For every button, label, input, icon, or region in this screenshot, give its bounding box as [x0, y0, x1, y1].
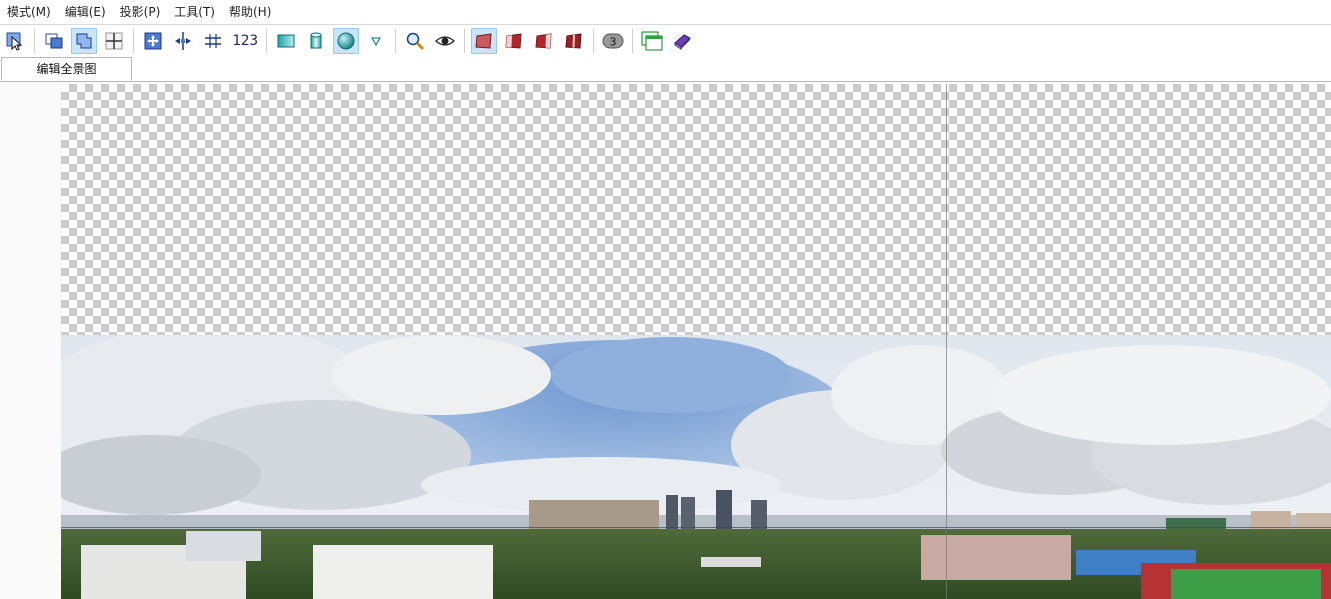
blend-right-icon	[535, 32, 552, 49]
spherical-projection-icon	[337, 32, 355, 49]
cylindrical-projection-button[interactable]	[303, 28, 329, 54]
spherical-projection-button[interactable]	[333, 27, 359, 54]
crosshair-icon	[105, 32, 123, 49]
toolbar-separator	[632, 28, 633, 53]
straighten-button[interactable]	[200, 28, 226, 54]
blend-normal-icon	[475, 32, 492, 49]
menu-help[interactable]: 帮助(H)	[222, 0, 278, 24]
zoom-button[interactable]	[402, 28, 428, 54]
preview-eye-icon	[435, 35, 455, 46]
projection-dropdown-button[interactable]	[363, 28, 389, 54]
horizon-guide[interactable]	[61, 527, 1331, 528]
vertical-center-guide[interactable]	[946, 84, 947, 599]
panorama-image	[61, 335, 1331, 599]
straighten-icon	[205, 33, 221, 48]
image-count-text: 3	[610, 35, 617, 48]
zoom-icon	[406, 32, 425, 50]
numeric-transform-icon: 123	[232, 32, 258, 49]
control-points-icon	[45, 33, 63, 48]
rectilinear-projection-icon	[277, 34, 295, 47]
help-button[interactable]	[669, 28, 695, 54]
help-book-icon	[674, 33, 691, 50]
crop-button[interactable]	[71, 27, 97, 54]
crop-icon	[76, 33, 92, 48]
blend-split-icon	[565, 32, 582, 49]
cylindrical-projection-icon	[310, 32, 322, 48]
toolbar-separator	[133, 28, 134, 53]
select-arrow-icon	[6, 32, 23, 51]
move-drag-button[interactable]	[140, 28, 166, 54]
blend-right-button[interactable]	[531, 28, 557, 54]
menu-mode[interactable]: 模式(M)	[0, 0, 58, 24]
projection-dropdown-icon	[371, 37, 381, 46]
panorama-canvas[interactable]	[61, 84, 1331, 599]
crosshair-button[interactable]	[101, 28, 127, 54]
blend-left-icon	[505, 32, 522, 49]
numeric-transform-button[interactable]: 123	[230, 28, 260, 54]
image-count-badge-icon: 3	[602, 33, 624, 48]
transparent-area	[61, 84, 1331, 336]
toolbar-separator	[34, 28, 35, 53]
blend-left-button[interactable]	[501, 28, 527, 54]
toolbar: 123 3	[0, 25, 1331, 56]
image-count-button[interactable]: 3	[600, 28, 626, 54]
window-layout-button[interactable]	[639, 28, 665, 54]
toolbar-separator	[464, 28, 465, 53]
menu-tools[interactable]: 工具(T)	[167, 0, 222, 24]
menu-edit[interactable]: 编辑(E)	[58, 0, 113, 24]
preview-button[interactable]	[432, 28, 458, 54]
toolbar-separator	[266, 28, 267, 53]
blend-normal-button[interactable]	[471, 27, 497, 54]
rectilinear-projection-button[interactable]	[273, 28, 299, 54]
tab-strip: 编辑全景图	[0, 56, 1331, 82]
center-horizontal-button[interactable]	[170, 28, 196, 54]
toolbar-separator	[593, 28, 594, 53]
window-layout-icon	[641, 31, 663, 50]
left-margin	[0, 82, 61, 599]
menu-bar: 模式(M) 编辑(E) 投影(P) 工具(T) 帮助(H)	[0, 0, 1331, 25]
blend-split-button[interactable]	[561, 28, 587, 54]
panorama-scene	[61, 335, 1331, 599]
control-points-button[interactable]	[41, 28, 67, 54]
center-horizontal-icon	[175, 31, 191, 50]
toolbar-separator	[395, 28, 396, 53]
tab-edit-panorama[interactable]: 编辑全景图	[1, 57, 132, 81]
select-tool-button[interactable]	[2, 28, 28, 54]
move-drag-icon	[144, 32, 162, 49]
menu-projection[interactable]: 投影(P)	[113, 0, 168, 24]
